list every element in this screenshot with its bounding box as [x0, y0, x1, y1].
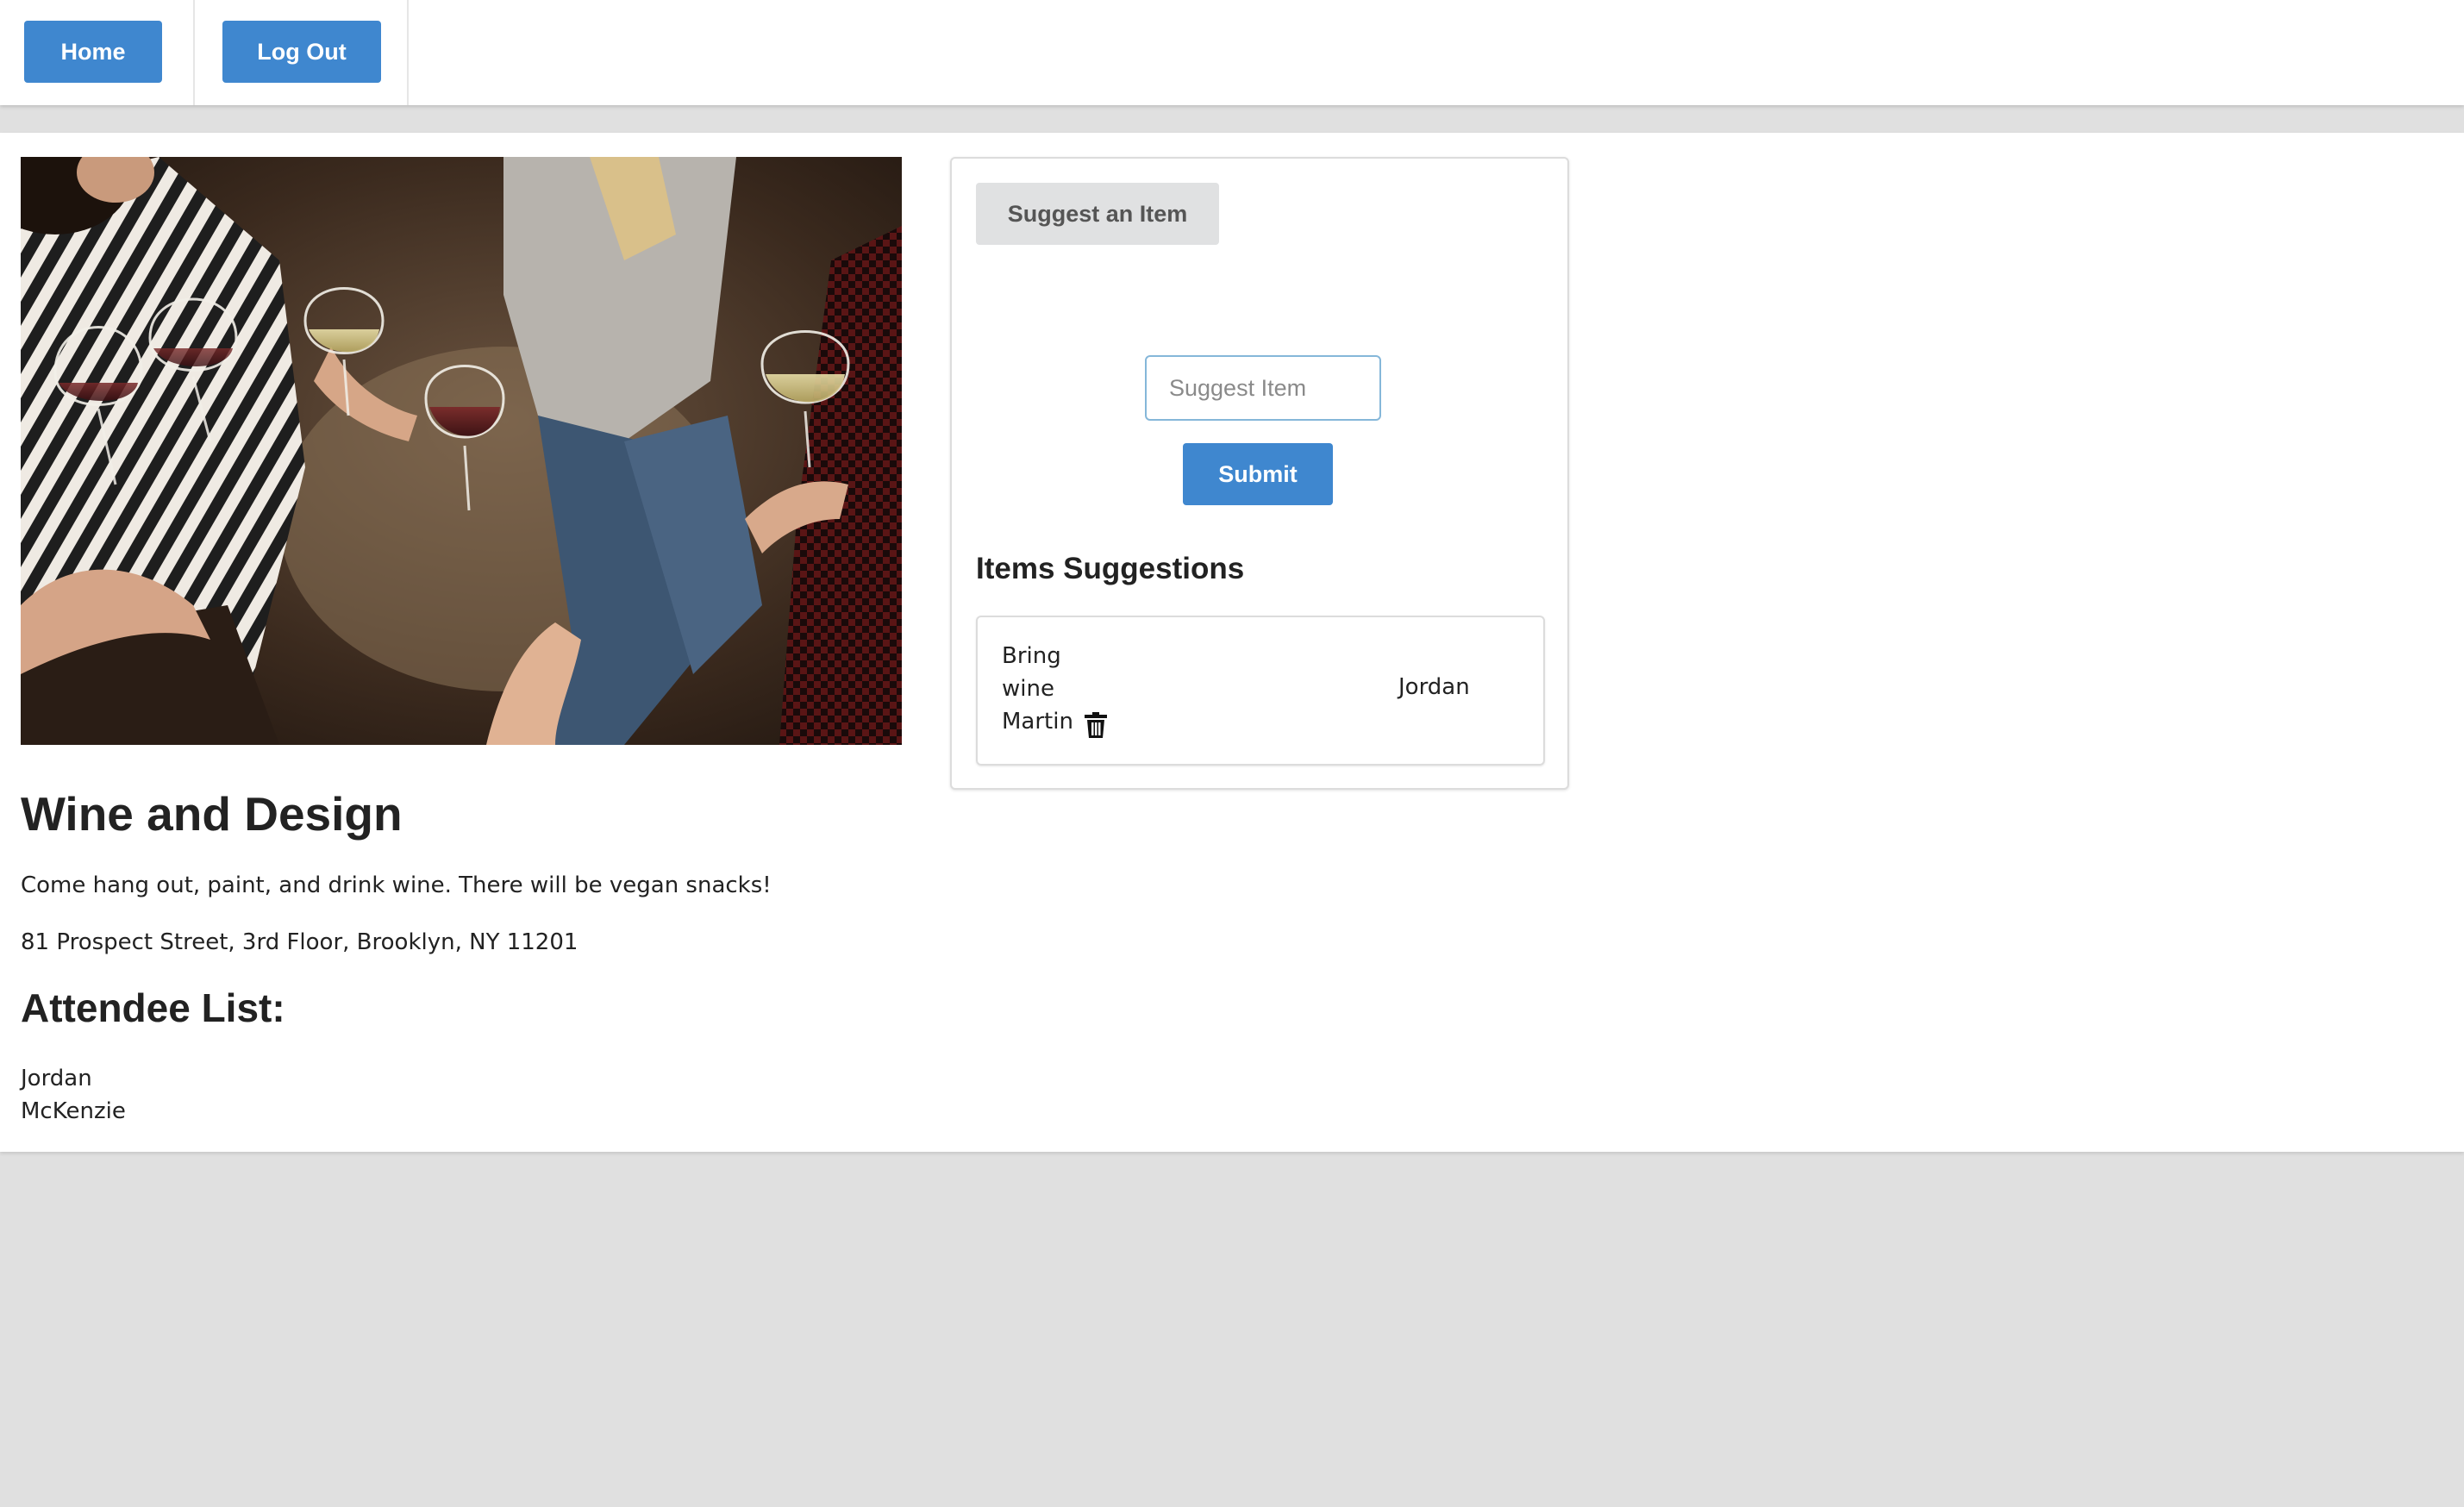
trash-icon[interactable]	[1085, 712, 1107, 738]
attendee-name: McKenzie	[21, 1098, 126, 1124]
suggestion-text-line: wine	[1002, 676, 1054, 702]
logout-button[interactable]: Log Out	[222, 21, 381, 83]
submit-suggestion-button[interactable]: Submit	[1183, 443, 1333, 505]
event-hero-image	[21, 157, 902, 745]
nav-cell-logout: Log Out	[195, 0, 409, 105]
event-content: Wine and Design Come hang out, paint, an…	[0, 133, 2464, 1152]
nav-cell-home: Home	[0, 0, 195, 105]
item-suggestion-panel: Suggest an Item Submit Items Suggestions…	[950, 157, 1569, 790]
attendee-name: Jordan	[21, 1066, 92, 1091]
suggestion-item-card: Bring wine Martin Jordan	[976, 616, 1545, 766]
event-address: 81 Prospect Street, 3rd Floor, Brooklyn,…	[21, 929, 578, 955]
items-suggestions-heading: Items Suggestions	[976, 552, 1245, 585]
suggestion-assigned-user: Jordan	[1398, 674, 1470, 700]
event-description: Come hang out, paint, and drink wine. Th…	[21, 872, 772, 898]
suggest-item-input[interactable]	[1145, 355, 1381, 421]
event-title: Wine and Design	[21, 787, 403, 841]
attendee-list-heading: Attendee List:	[21, 985, 285, 1030]
home-button[interactable]: Home	[24, 21, 162, 83]
suggestion-author: Martin	[1002, 709, 1073, 735]
top-nav-bar: Home Log Out	[0, 0, 2464, 105]
suggestion-text-line: Bring	[1002, 643, 1061, 669]
hero-photo-illustration	[21, 157, 902, 745]
suggest-item-toggle-button[interactable]: Suggest an Item	[976, 183, 1219, 245]
